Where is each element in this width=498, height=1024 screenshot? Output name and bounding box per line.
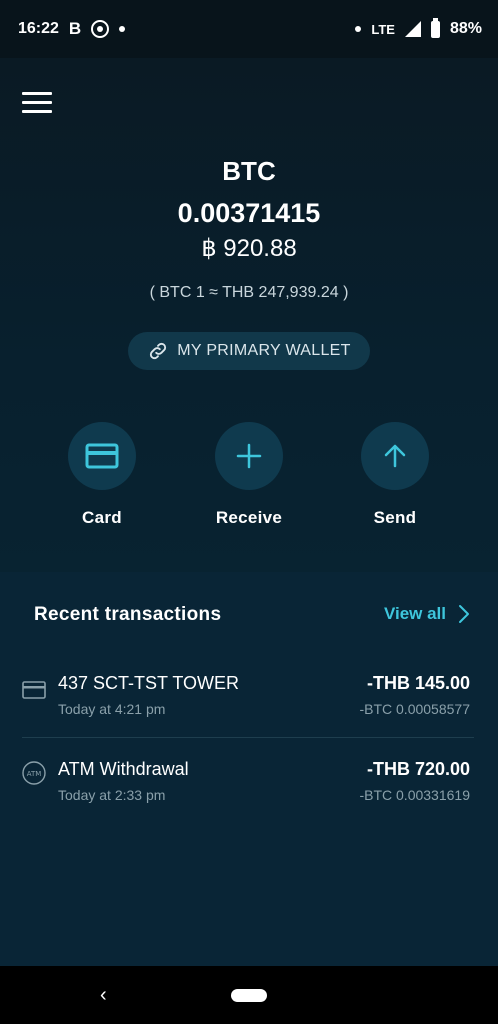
battery-icon xyxy=(430,17,440,38)
status-time: 16:22 xyxy=(18,20,59,37)
b-notification-icon: B xyxy=(68,19,82,38)
menu-line xyxy=(22,101,52,104)
link-icon xyxy=(147,340,169,362)
system-navigation-bar: ‹ xyxy=(0,966,498,1024)
transaction-divider xyxy=(22,737,474,738)
receive-action-button[interactable]: Receive xyxy=(194,422,304,528)
screen: 16:22 B LTE 88% BTC 0.00371415 ฿ 920.88 … xyxy=(0,0,498,1024)
currency-title: BTC xyxy=(222,156,276,186)
send-action-circle xyxy=(361,422,429,490)
card-action-label: Card xyxy=(82,508,122,527)
send-action-button[interactable]: Send xyxy=(340,422,450,528)
transaction-time: Today at 2:33 pm xyxy=(58,787,166,803)
status-dot-icon xyxy=(355,26,362,32)
transaction-row[interactable]: ATM ATM Withdrawal Today at 2:33 pm -THB… xyxy=(22,757,474,837)
signal-icon xyxy=(404,21,421,37)
menu-line xyxy=(22,110,52,113)
plus-icon xyxy=(236,443,262,469)
card-icon xyxy=(22,681,46,704)
view-all-label: View all xyxy=(383,604,446,623)
view-all-link[interactable]: View all xyxy=(384,604,470,624)
more-notifications-icon xyxy=(119,26,126,32)
transaction-name: 437 SCT-TST TOWER xyxy=(58,673,240,693)
send-action-label: Send xyxy=(373,508,417,527)
wallet-header: BTC 0.00371415 ฿ 920.88 ( BTC 1 ≈ THB 24… xyxy=(0,58,498,572)
crypto-balance: 0.00371415 xyxy=(177,198,321,228)
transaction-btc-amount: -BTC 0.00331619 xyxy=(359,787,470,803)
transactions-heading: Recent transactions xyxy=(34,604,222,625)
wallet-name: MY PRIMARY WALLET xyxy=(177,342,351,359)
receive-action-label: Receive xyxy=(215,508,283,527)
menu-line xyxy=(22,92,52,95)
fiat-balance: ฿ 920.88 xyxy=(201,235,297,262)
transaction-amount: -THB 720.00 xyxy=(366,759,470,779)
atm-icon: ATM xyxy=(22,761,46,790)
status-right: LTE 88% xyxy=(355,17,482,38)
network-type: LTE xyxy=(371,21,395,37)
transaction-row[interactable]: 437 SCT-TST TOWER Today at 4:21 pm -THB … xyxy=(22,671,474,751)
transaction-time: Today at 4:21 pm xyxy=(58,701,166,717)
menu-button[interactable] xyxy=(22,92,52,114)
wallet-selector-button[interactable]: MY PRIMARY WALLET xyxy=(128,332,370,370)
transaction-btc-amount: -BTC 0.00058577 xyxy=(359,701,470,717)
card-icon xyxy=(85,443,119,469)
card-action-button[interactable]: Card xyxy=(47,422,157,528)
transactions-section: Recent transactions View all 437 SCT-TST… xyxy=(0,572,498,966)
transaction-name: ATM Withdrawal xyxy=(58,759,189,779)
status-bar: 16:22 B LTE 88% xyxy=(0,0,498,58)
battery-level: 88% xyxy=(449,20,482,37)
chevron-right-icon xyxy=(459,605,469,623)
home-pill-button[interactable] xyxy=(231,989,267,1002)
status-left: 16:22 B xyxy=(18,19,126,39)
app-notification-icon xyxy=(91,20,110,38)
exchange-rate: ( BTC 1 ≈ THB 247,939.24 ) xyxy=(149,284,349,301)
back-icon[interactable]: ‹ xyxy=(100,984,107,1007)
arrow-up-icon xyxy=(384,444,406,468)
card-action-circle xyxy=(68,422,136,490)
receive-action-circle xyxy=(215,422,283,490)
transaction-amount: -THB 145.00 xyxy=(366,673,470,693)
svg-text:ATM: ATM xyxy=(27,770,42,778)
